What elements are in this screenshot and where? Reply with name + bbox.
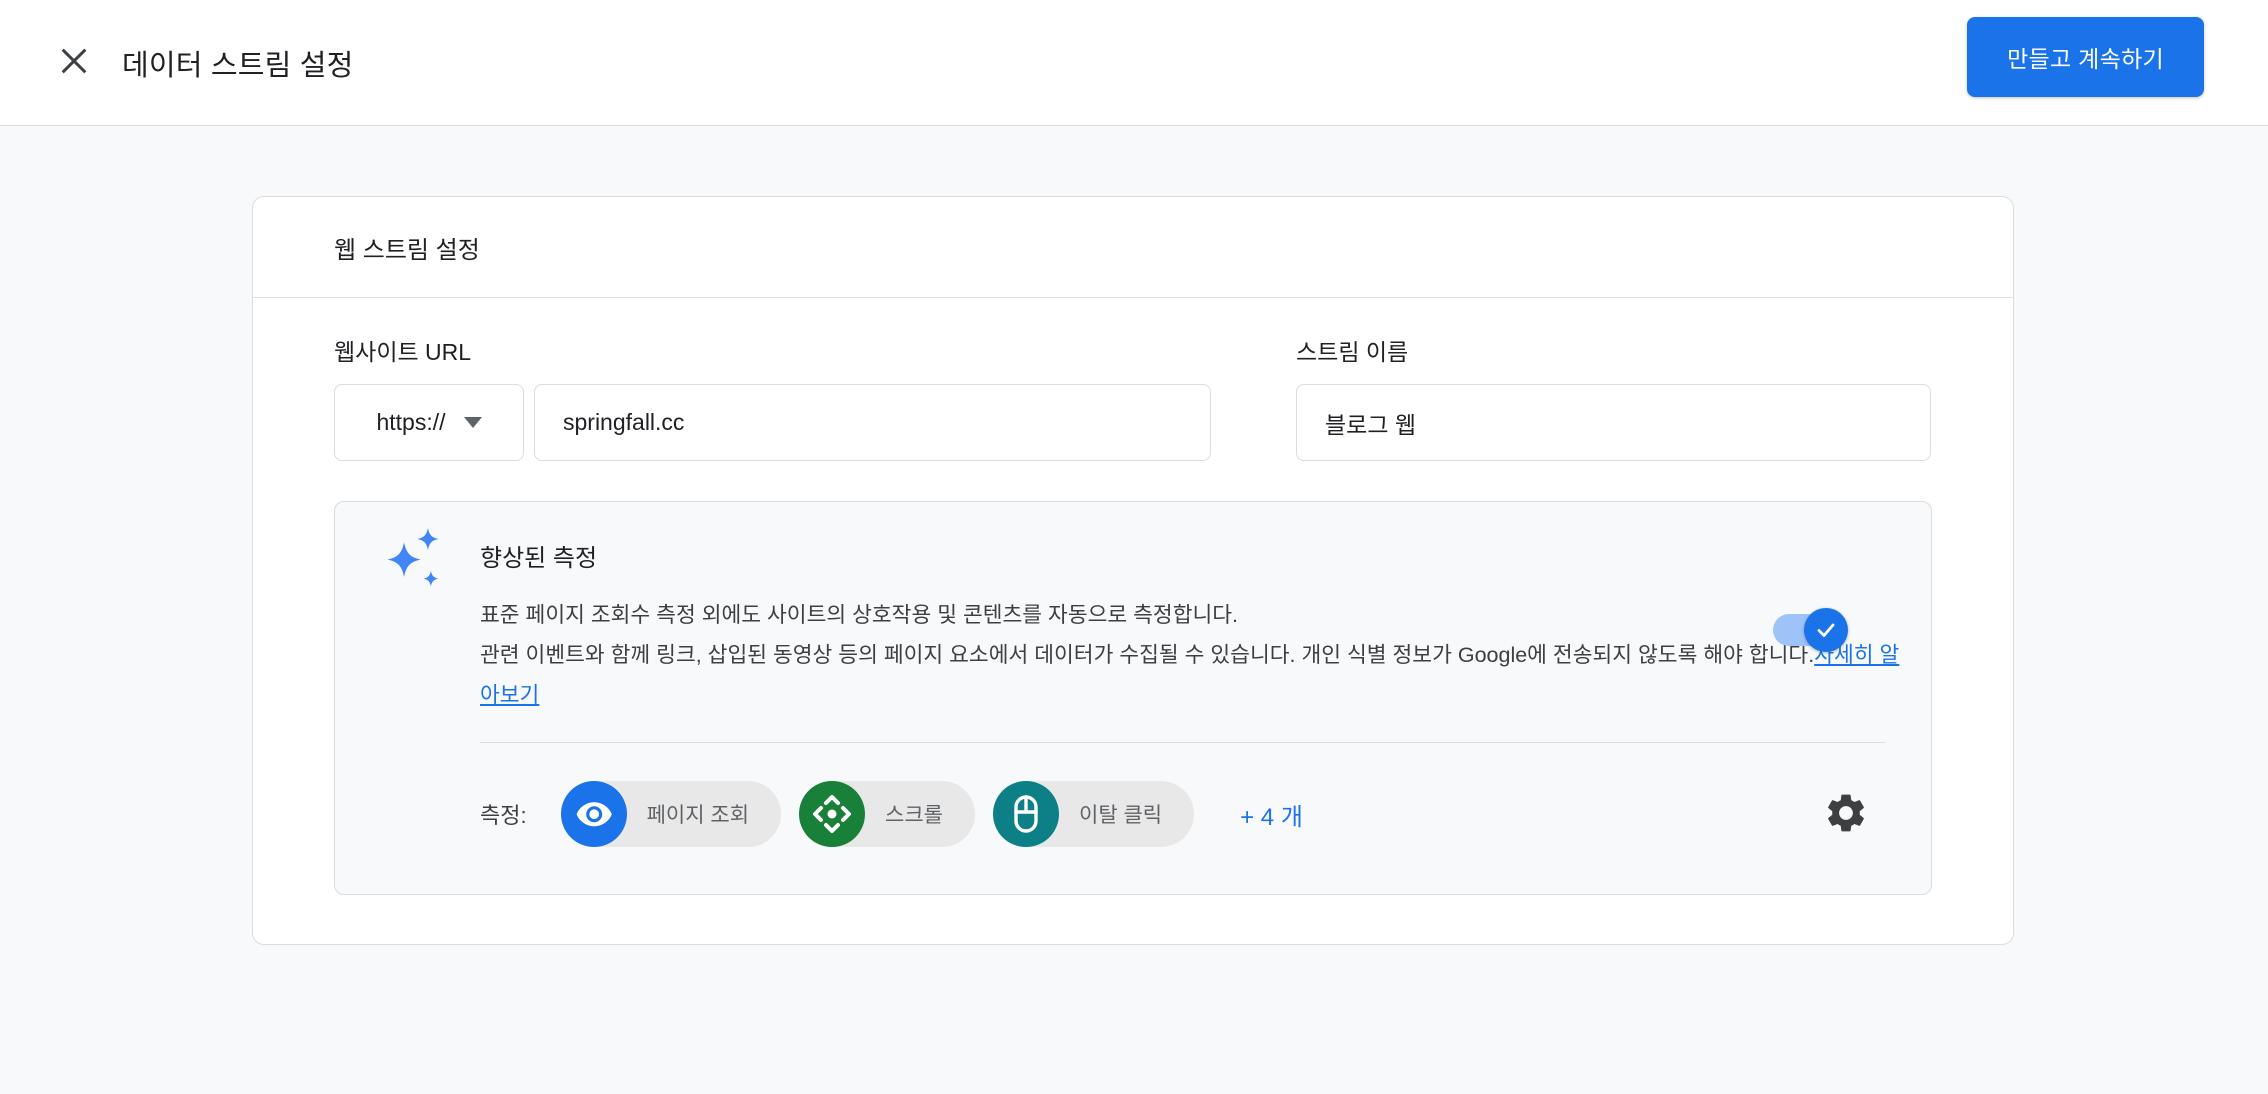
stream-name-input[interactable] <box>1296 384 1931 461</box>
description-line1: 표준 페이지 조회수 측정 외에도 사이트의 상호작용 및 콘텐츠를 자동으로 … <box>480 595 1910 635</box>
protocol-select[interactable]: https:// <box>334 384 524 461</box>
enhanced-measurement-title: 향상된 측정 <box>480 538 597 573</box>
measure-label: 측정: <box>480 798 527 830</box>
mouse-icon <box>993 781 1059 847</box>
sparkle-icon <box>387 528 445 595</box>
data-stream-setup-page: 데이터 스트림 설정 만들고 계속하기 웹 스트림 설정 웹사이트 URL 스트… <box>0 0 2268 1094</box>
protocol-value: https:// <box>376 409 445 436</box>
close-button[interactable] <box>50 39 98 87</box>
create-and-continue-button[interactable]: 만들고 계속하기 <box>1967 17 2204 97</box>
eye-icon <box>561 781 627 847</box>
divider <box>480 742 1885 743</box>
gear-icon <box>1823 790 1869 839</box>
enhanced-measurement-panel: 향상된 측정 표준 페이지 조회수 측정 외에도 사이트의 상호작용 및 콘텐츠… <box>334 501 1932 895</box>
check-icon <box>1814 618 1838 642</box>
website-url-label: 웹사이트 URL <box>334 333 471 367</box>
enhanced-measurement-description: 표준 페이지 조회수 측정 외에도 사이트의 상호작용 및 콘텐츠를 자동으로 … <box>480 595 1910 715</box>
chevron-down-icon <box>464 417 482 428</box>
page-title: 데이터 스트림 설정 <box>122 42 354 84</box>
card-title: 웹 스트림 설정 <box>253 197 2013 298</box>
measurement-settings-button[interactable] <box>1821 789 1871 839</box>
close-icon <box>57 44 91 81</box>
toggle-thumb <box>1804 608 1848 652</box>
enhanced-measurement-toggle[interactable] <box>1773 614 1843 646</box>
web-stream-card: 웹 스트림 설정 웹사이트 URL 스트림 이름 https:// 향상된 측정… <box>252 196 2014 945</box>
scroll-icon <box>799 781 865 847</box>
measurement-chips-row: 측정: 페이지 조회 스크롤 <box>480 781 1871 847</box>
chip-page-view: 페이지 조회 <box>561 781 781 847</box>
header: 데이터 스트림 설정 만들고 계속하기 <box>0 0 2268 126</box>
chip-scroll: 스크롤 <box>799 781 975 847</box>
website-url-input[interactable] <box>534 384 1211 461</box>
description-line2: 관련 이벤트와 함께 링크, 삽입된 동영상 등의 페이지 요소에서 데이터가 … <box>480 643 1814 667</box>
chip-outbound-click: 이탈 클릭 <box>993 781 1194 847</box>
more-chips-link[interactable]: + 4 개 <box>1240 797 1303 832</box>
stream-name-label: 스트림 이름 <box>1296 333 1408 367</box>
